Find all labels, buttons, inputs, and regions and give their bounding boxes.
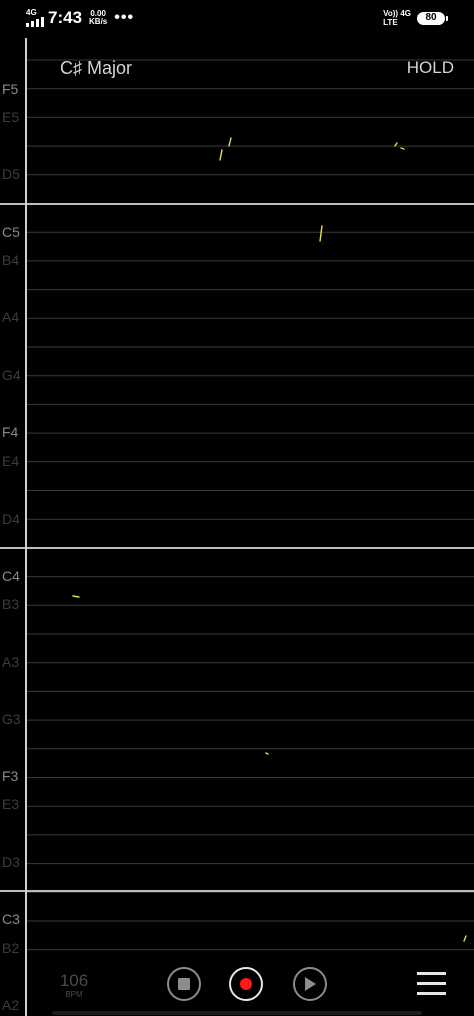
note-label: E4 <box>2 453 19 469</box>
pitch-trace-mark <box>394 142 398 147</box>
hold-button[interactable]: HOLD <box>407 58 454 78</box>
pitch-tuner-app: 4G 7:43 0.00 KB/s ••• Vo)) 4G LTE 80 F5 … <box>0 0 474 1016</box>
pitch-staff: F5 E5 D5 C5 B4 A4 G4 F4 E4 D4 C4 B3 A3 G3 F3 E3 D3 C3 B2 A2 <box>0 59 474 1013</box>
note-label: B3 <box>2 596 19 612</box>
record-button[interactable] <box>229 967 263 1001</box>
stop-button[interactable] <box>167 967 201 1001</box>
note-label: C4 <box>2 568 20 584</box>
stop-icon <box>178 978 190 990</box>
note-label: D3 <box>2 854 20 870</box>
pitch-trace-mark <box>72 595 80 598</box>
pitch-trace-mark <box>319 225 323 242</box>
note-label: B2 <box>2 940 19 956</box>
tempo-value: 106 <box>59 971 89 990</box>
pitch-trace-mark <box>265 752 269 755</box>
note-label: C5 <box>2 224 20 240</box>
note-label: A2 <box>2 997 19 1013</box>
pitch-trace-mark <box>400 147 405 150</box>
play-button[interactable] <box>293 967 327 1001</box>
note-label: E5 <box>2 109 19 125</box>
menu-icon <box>417 972 446 995</box>
note-label: A3 <box>2 654 19 670</box>
play-icon <box>305 977 316 991</box>
note-label: F4 <box>2 424 19 440</box>
note-label: D5 <box>2 166 20 182</box>
time-axis <box>25 38 27 1016</box>
pitch-trace-mark <box>463 935 467 942</box>
tempo-display[interactable]: 106 BPM <box>54 972 94 1000</box>
note-label: F3 <box>2 768 19 784</box>
tempo-unit: BPM <box>65 990 83 999</box>
note-label: D4 <box>2 511 20 527</box>
menu-button[interactable] <box>416 971 448 997</box>
key-signature-label: C♯ Major <box>60 58 133 78</box>
gesture-bar <box>52 1011 422 1015</box>
note-label: F5 <box>2 81 19 97</box>
note-label: C3 <box>2 911 20 927</box>
record-icon <box>240 978 252 990</box>
pitch-trace-mark <box>228 137 232 147</box>
note-label: A4 <box>2 309 19 325</box>
note-label: B4 <box>2 252 19 268</box>
note-label: G3 <box>2 711 21 727</box>
note-label: G4 <box>2 367 21 383</box>
note-label: E3 <box>2 796 19 812</box>
pitch-trace-mark <box>219 149 223 161</box>
